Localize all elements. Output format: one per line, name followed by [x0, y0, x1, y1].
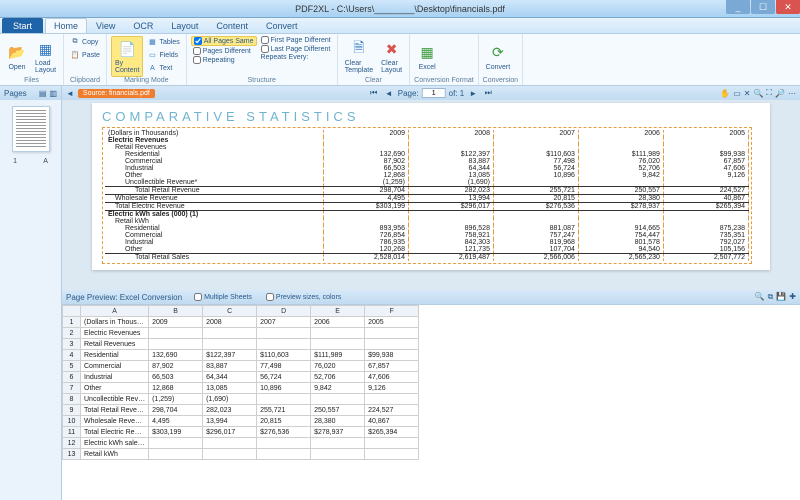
paste-button[interactable]: 📋Paste: [68, 49, 102, 61]
clear-template-button[interactable]: 🗎Clear Template: [342, 36, 376, 77]
convert-icon: ⟳: [488, 43, 508, 63]
title-bar: PDF2XL - C:\Users\________\Desktop\finan…: [0, 0, 800, 18]
repeats-every-label: Repeats Every:: [259, 54, 333, 61]
preview-sizes-check[interactable]: Preview sizes, colors: [264, 293, 343, 301]
group-conversion-label: Conversion: [483, 77, 518, 84]
excel-icon: ▦: [417, 43, 437, 63]
convert-button[interactable]: ⟳Convert: [483, 36, 514, 77]
folder-open-icon: 📂: [7, 43, 27, 63]
all-pages-same-check[interactable]: All Pages Same: [191, 36, 257, 46]
group-structure-label: Structure: [191, 77, 333, 84]
maximize-button[interactable]: ☐: [751, 0, 775, 14]
tool-select-icon[interactable]: ▭: [733, 89, 741, 98]
minimize-button[interactable]: _: [726, 0, 750, 14]
zoom-fit-icon[interactable]: ⛶: [766, 88, 772, 98]
group-marking-label: Marking Mode: [111, 77, 182, 84]
zoom-out-icon[interactable]: 🔍: [753, 89, 763, 98]
page-label: Page:: [398, 89, 419, 98]
fields-button[interactable]: ▭Fields: [145, 49, 181, 61]
page-of-label: of: 1: [449, 89, 465, 98]
last-page-button[interactable]: ⏭: [482, 88, 494, 98]
excel-preview[interactable]: ABCDEF1(Dollars in Thous…200920082007200…: [62, 304, 800, 500]
repeating-check[interactable]: Repeating: [191, 56, 257, 64]
ribbon-tabs: Start Home View OCR Layout Content Conve…: [0, 18, 800, 34]
doc-heading: COMPARATIVE STATISTICS: [102, 109, 752, 124]
pages-list-icon[interactable]: ▤: [39, 89, 47, 98]
first-page-button[interactable]: ⏮: [368, 88, 380, 98]
preview-zoom-icon[interactable]: 🔍: [755, 292, 765, 302]
preview-new-icon[interactable]: ✚: [789, 292, 796, 302]
tab-convert[interactable]: Convert: [257, 18, 307, 33]
preview-header: Page Preview: Excel Conversion Multiple …: [62, 290, 800, 304]
layout-icon: ▦: [36, 39, 56, 59]
text-icon: A: [147, 63, 157, 73]
source-tab[interactable]: Source: financials.pdf: [78, 89, 155, 98]
tab-view[interactable]: View: [87, 18, 124, 33]
source-prev-icon[interactable]: ◄: [66, 89, 74, 98]
copy-button[interactable]: ⧉Copy: [68, 36, 102, 48]
pages-different-check[interactable]: Pages Different: [191, 47, 257, 55]
ribbon: 📂Open ▦Load Layout Files ⧉Copy 📋Paste Cl…: [0, 34, 800, 86]
pages-title: Pages: [4, 89, 27, 98]
page-thumbnail[interactable]: [12, 106, 50, 152]
table-icon: ▦: [147, 37, 157, 47]
tool-cross-icon[interactable]: ✕: [744, 89, 751, 98]
preview-title: Page Preview: Excel Conversion: [66, 293, 182, 302]
open-button[interactable]: 📂Open: [4, 36, 30, 77]
grid-table: ABCDEF1(Dollars in Thous…200920082007200…: [62, 305, 419, 460]
thumb-label-a: A: [43, 158, 48, 165]
source-bar: ◄ Source: financials.pdf ⏮ ◄ Page: of: 1…: [62, 86, 800, 100]
tab-start[interactable]: Start: [2, 18, 43, 33]
text-button[interactable]: AText: [145, 62, 181, 74]
group-clear-label: Clear: [342, 77, 405, 84]
group-convfmt-label: Conversion Format: [414, 77, 474, 84]
doc-table: (Dollars in Thousands)200920082007200620…: [105, 130, 749, 261]
clear-layout-button[interactable]: ✖Clear Layout: [378, 36, 405, 77]
thumb-label-1: 1: [13, 158, 17, 165]
copy-icon: ⧉: [70, 37, 80, 47]
field-icon: ▭: [147, 50, 157, 60]
first-diff-check[interactable]: First Page Different: [259, 36, 333, 44]
tab-content[interactable]: Content: [207, 18, 257, 33]
last-diff-check[interactable]: Last Page Different: [259, 45, 333, 53]
tool-hand-icon[interactable]: ✋: [720, 89, 730, 98]
multiple-sheets-check[interactable]: Multiple Sheets: [192, 293, 254, 301]
preview-copy-icon[interactable]: ⧉: [768, 292, 774, 302]
window-title: PDF2XL - C:\Users\________\Desktop\finan…: [295, 4, 505, 14]
next-page-button[interactable]: ►: [467, 88, 479, 98]
document-view[interactable]: COMPARATIVE STATISTICS (Dollars in Thous…: [62, 100, 800, 290]
excel-format-button[interactable]: ▦Excel: [414, 36, 440, 77]
preview-save-icon[interactable]: 💾: [776, 292, 786, 302]
page-input[interactable]: [422, 88, 446, 98]
group-files-label: Files: [4, 77, 59, 84]
load-layout-button[interactable]: ▦Load Layout: [32, 36, 59, 77]
prev-page-button[interactable]: ◄: [383, 88, 395, 98]
zoom-in-icon[interactable]: 🔎: [775, 89, 785, 98]
tab-home[interactable]: Home: [45, 18, 87, 33]
tables-button[interactable]: ▦Tables: [145, 36, 181, 48]
clear-template-icon: 🗎: [349, 39, 369, 59]
by-content-button[interactable]: 📄By Content: [111, 36, 144, 77]
paste-icon: 📋: [70, 50, 80, 60]
content-icon: 📄: [117, 39, 137, 59]
tab-ocr[interactable]: OCR: [124, 18, 162, 33]
pages-grid-icon[interactable]: ▥: [49, 89, 57, 98]
pages-sidebar: Pages ▤▥ 1 A: [0, 86, 62, 500]
clear-layout-icon: ✖: [382, 39, 402, 59]
page-nav: ⏮ ◄ Page: of: 1 ► ⏭: [368, 88, 494, 98]
close-button[interactable]: ✕: [776, 0, 800, 14]
tool-more-icon[interactable]: ⋯: [788, 89, 796, 98]
tab-layout[interactable]: Layout: [162, 18, 207, 33]
group-clipboard-label: Clipboard: [68, 77, 102, 84]
